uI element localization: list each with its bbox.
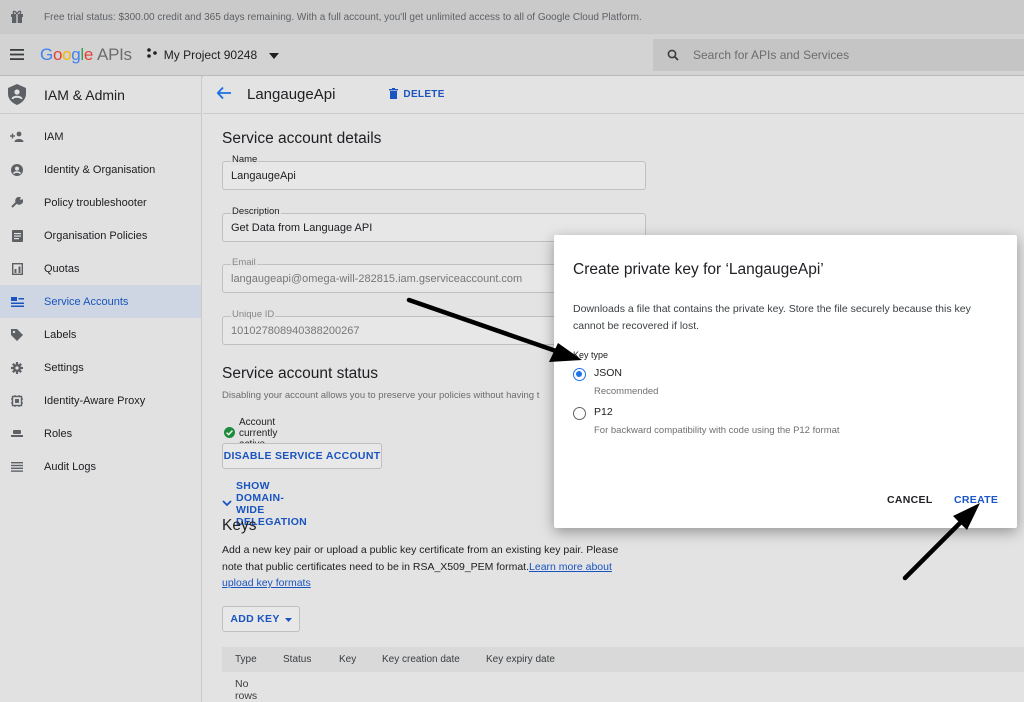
radio-p12-label: P12 xyxy=(594,406,613,418)
create-key-dialog: Create private key for ‘LangaugeApi’ Dow… xyxy=(554,235,1017,528)
radio-unselected-icon xyxy=(573,407,586,420)
radio-json-sublabel: Recommended xyxy=(594,386,659,397)
radio-json-label: JSON xyxy=(594,367,623,379)
dialog-title: Create private key for ‘LangaugeApi’ xyxy=(573,261,824,278)
radio-selected-icon xyxy=(573,368,586,381)
dialog-description: Downloads a file that contains the priva… xyxy=(573,303,971,332)
key-type-label: Key type xyxy=(573,350,609,360)
create-button[interactable]: CREATE xyxy=(954,494,998,506)
radio-p12-sublabel: For backward compatibility with code usi… xyxy=(594,425,840,436)
cancel-button[interactable]: CANCEL xyxy=(887,494,933,506)
radio-p12[interactable]: P12 For backward compatibility with code… xyxy=(573,406,840,436)
radio-json[interactable]: JSON Recommended xyxy=(573,367,658,397)
